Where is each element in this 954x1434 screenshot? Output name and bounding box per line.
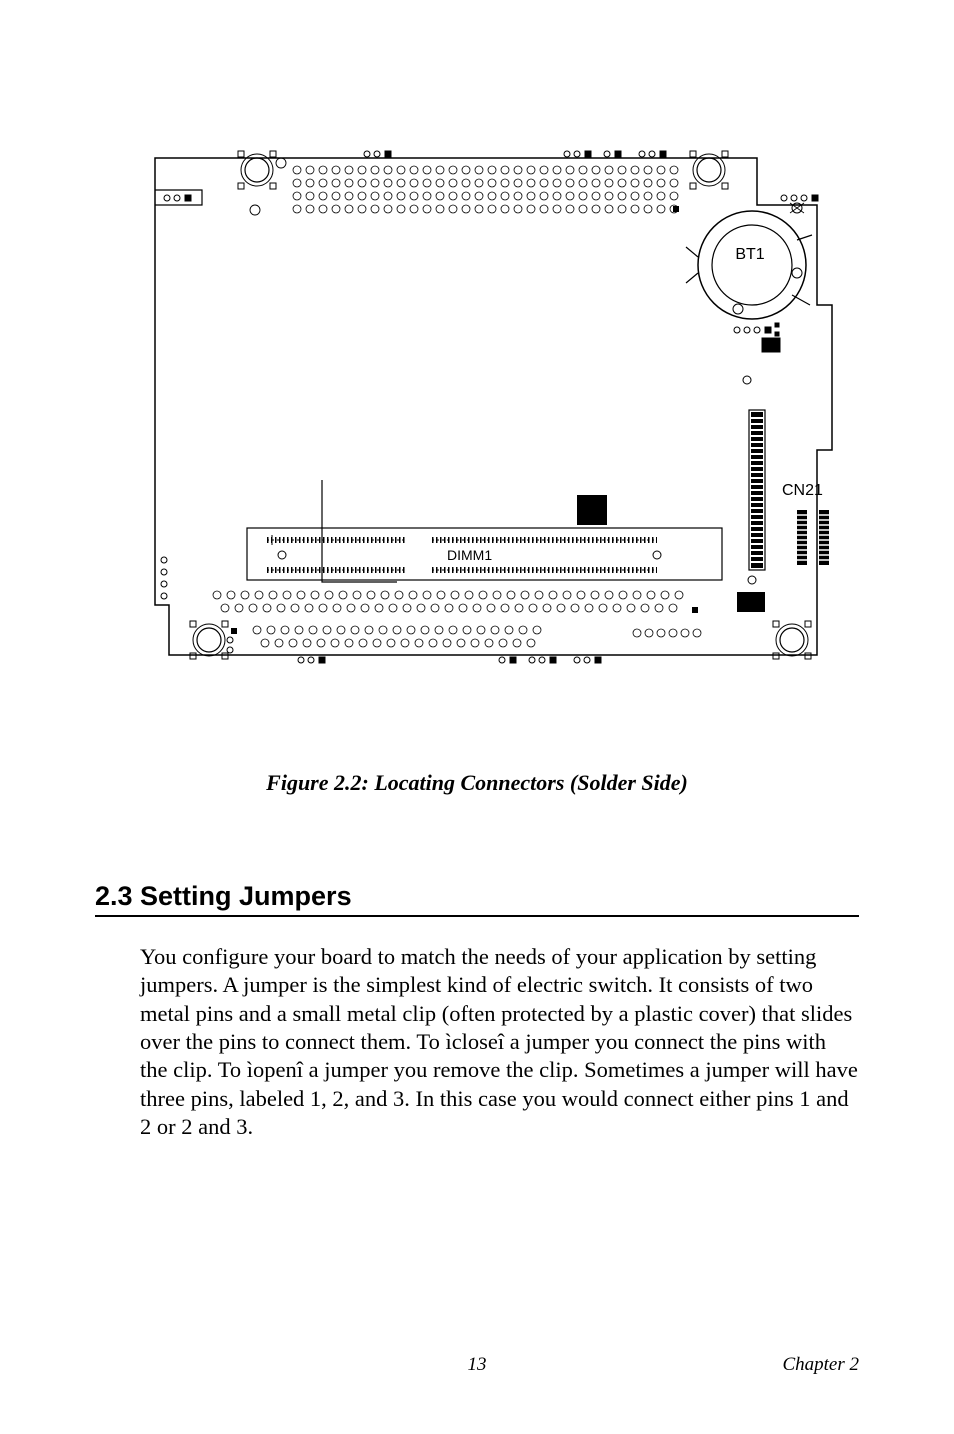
bt1-label: BT1 [735, 246, 764, 263]
chapter-label: Chapter 2 [782, 1354, 859, 1376]
cn21-label: CN21 [782, 482, 823, 499]
section-heading: 2.3 Setting Jumpers [95, 881, 859, 912]
pcb-diagram: BT1 CN21 [97, 130, 857, 710]
dimm1-label: DIMM1 [447, 547, 492, 563]
page-number: 13 [468, 1354, 487, 1376]
body-paragraph: You configure your board to match the ne… [95, 943, 859, 1141]
figure-caption: Figure 2.2: Locating Connectors (Solder … [95, 770, 859, 796]
